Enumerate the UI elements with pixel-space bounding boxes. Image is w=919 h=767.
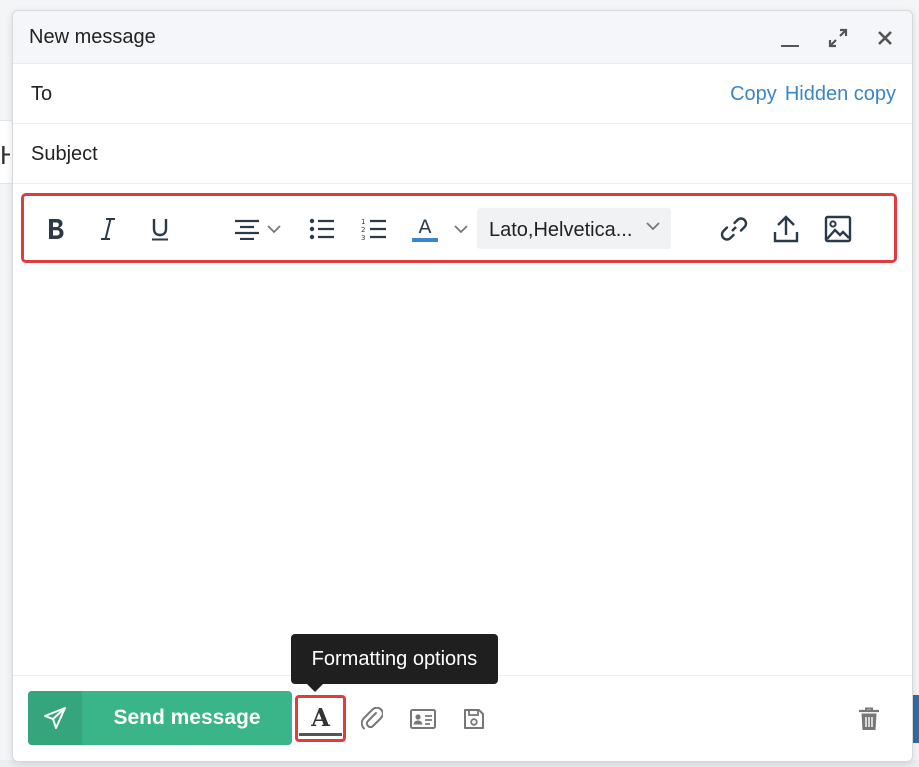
message-body-editor[interactable] [13, 267, 912, 673]
recipient-options: Copy Hidden copy [730, 83, 896, 106]
underline-icon [152, 219, 168, 241]
formatting-options-tooltip: Formatting options [291, 634, 498, 684]
background-button-fragment [912, 695, 919, 743]
chevron-down-icon [646, 222, 660, 231]
text-color-dropdown[interactable]: A [409, 209, 471, 249]
paperclip-icon [361, 707, 383, 730]
insert-link-button[interactable] [719, 209, 749, 249]
bold-button[interactable] [41, 209, 71, 249]
svg-text:2: 2 [361, 226, 365, 234]
to-row[interactable]: To Copy Hidden copy [13, 64, 912, 124]
font-family-value: Lato,Helvetica... [489, 219, 633, 241]
compose-titlebar: New message [13, 11, 912, 64]
bullet-list-icon [309, 218, 334, 240]
subject-row[interactable]: Subject [13, 124, 912, 184]
background-heading-fragment: H [0, 140, 10, 170]
copy-link[interactable]: Copy [730, 83, 777, 105]
expand-icon [828, 28, 848, 48]
save-icon [464, 709, 484, 729]
insert-image-button[interactable] [823, 209, 853, 249]
trash-icon [859, 707, 879, 730]
minimize-icon [781, 45, 799, 47]
expand-button[interactable] [825, 25, 851, 51]
minimize-button[interactable] [777, 25, 803, 51]
send-plane-icon [44, 707, 66, 729]
chevron-down-icon [267, 225, 281, 234]
hidden-copy-link[interactable]: Hidden copy [785, 83, 896, 105]
svg-text:A: A [419, 216, 432, 238]
bullet-list-button[interactable] [307, 209, 337, 249]
insert-contact-button[interactable] [408, 704, 438, 734]
svg-text:1: 1 [361, 218, 365, 226]
upload-button[interactable] [771, 209, 801, 249]
send-icon-box [28, 691, 82, 745]
link-icon [720, 217, 748, 241]
close-icon [878, 31, 892, 45]
contact-card-icon [410, 709, 436, 729]
formatting-options-button[interactable]: A [295, 695, 346, 742]
chevron-down-icon [454, 225, 468, 234]
to-label: To [31, 83, 53, 105]
format-text-icon: A [311, 703, 330, 732]
numbered-list-icon: 1 2 3 [361, 218, 386, 241]
svg-text:3: 3 [361, 234, 365, 241]
send-message-label: Send message [113, 706, 261, 729]
italic-icon [101, 218, 115, 240]
bold-icon [49, 219, 64, 239]
attach-file-button[interactable] [357, 704, 387, 734]
upload-icon [773, 215, 799, 243]
align-dropdown[interactable] [229, 209, 287, 249]
font-family-select[interactable]: Lato,Helvetica... [477, 208, 671, 249]
align-center-icon [235, 219, 259, 240]
italic-button[interactable] [93, 209, 123, 249]
save-draft-button[interactable] [459, 704, 489, 734]
image-icon [824, 215, 852, 243]
underline-button[interactable] [145, 209, 175, 249]
window-title: New message [29, 26, 156, 48]
compose-window: New message To Copy Hidden copy Subject [12, 10, 913, 762]
delete-draft-button[interactable] [854, 704, 884, 734]
subject-field: Subject [31, 143, 98, 165]
text-color-icon: A [412, 216, 438, 242]
tooltip-arrow [307, 684, 323, 692]
send-message-button[interactable]: Send message [28, 691, 292, 745]
close-button[interactable] [872, 25, 898, 51]
format-text-underline [299, 733, 342, 736]
numbered-list-button[interactable]: 1 2 3 [359, 209, 389, 249]
